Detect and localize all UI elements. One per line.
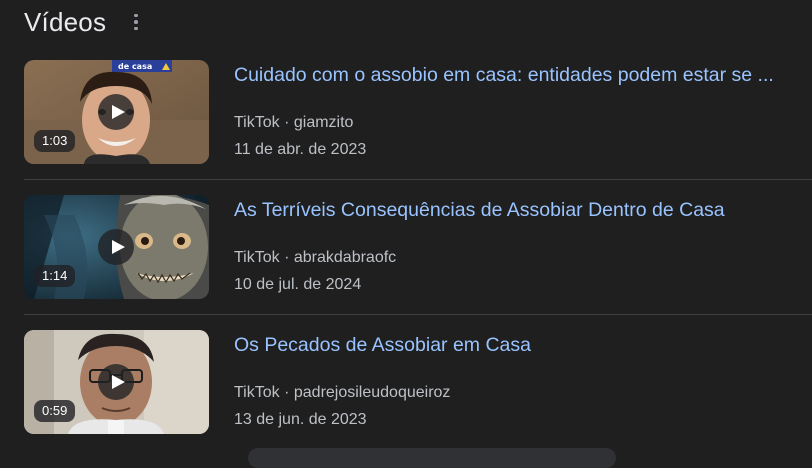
videos-header: Vídeos xyxy=(24,4,148,40)
video-item[interactable]: 0:59 Os Pecados de Assobiar em Casa TikT… xyxy=(0,314,812,449)
video-author: abrakdabraofc xyxy=(293,249,397,266)
video-author: giamzito xyxy=(293,114,354,131)
show-more-button[interactable] xyxy=(248,448,616,468)
video-title-link[interactable]: Os Pecados de Assobiar em Casa xyxy=(234,332,531,358)
duration-badge: 0:59 xyxy=(34,400,76,422)
video-item[interactable]: de casa 1:03 Cuidado com o assobio em ca… xyxy=(0,44,812,179)
section-title: Vídeos xyxy=(24,6,107,37)
duration-badge: 1:14 xyxy=(34,265,76,287)
video-title-link[interactable]: Cuidado com o assobio em casa: entidades… xyxy=(234,62,774,88)
video-date: 11 de abr. de 2023 xyxy=(234,141,367,158)
video-thumbnail[interactable]: 1:14 xyxy=(24,195,209,299)
video-meta: TikTok · giamzito xyxy=(234,112,353,134)
video-meta: TikTok · abrakdabraofc xyxy=(234,247,396,269)
video-thumbnail[interactable]: de casa 1:03 xyxy=(24,60,209,164)
play-icon[interactable] xyxy=(98,94,134,130)
play-icon[interactable] xyxy=(98,364,134,400)
more-options-icon[interactable] xyxy=(124,8,148,36)
video-source: TikTok xyxy=(234,384,280,401)
video-title-link[interactable]: As Terríveis Consequências de Assobiar D… xyxy=(234,197,725,223)
video-source: TikTok xyxy=(234,249,280,266)
duration-badge: 1:03 xyxy=(34,130,76,152)
meta-separator: · xyxy=(284,114,290,131)
video-date: 13 de jun. de 2023 xyxy=(234,411,367,428)
video-meta: TikTok · padrejosileudoqueiroz xyxy=(234,382,450,404)
video-date: 10 de jul. de 2024 xyxy=(234,276,362,293)
meta-separator: · xyxy=(284,384,290,401)
video-source: TikTok xyxy=(234,114,280,131)
video-item[interactable]: 1:14 As Terríveis Consequências de Assob… xyxy=(0,179,812,314)
video-thumbnail[interactable]: 0:59 xyxy=(24,330,209,434)
video-author: padrejosileudoqueiroz xyxy=(293,384,451,401)
svg-text:de casa: de casa xyxy=(118,62,152,71)
video-list: de casa 1:03 Cuidado com o assobio em ca… xyxy=(0,44,812,449)
meta-separator: · xyxy=(284,249,290,266)
play-icon[interactable] xyxy=(98,229,134,265)
